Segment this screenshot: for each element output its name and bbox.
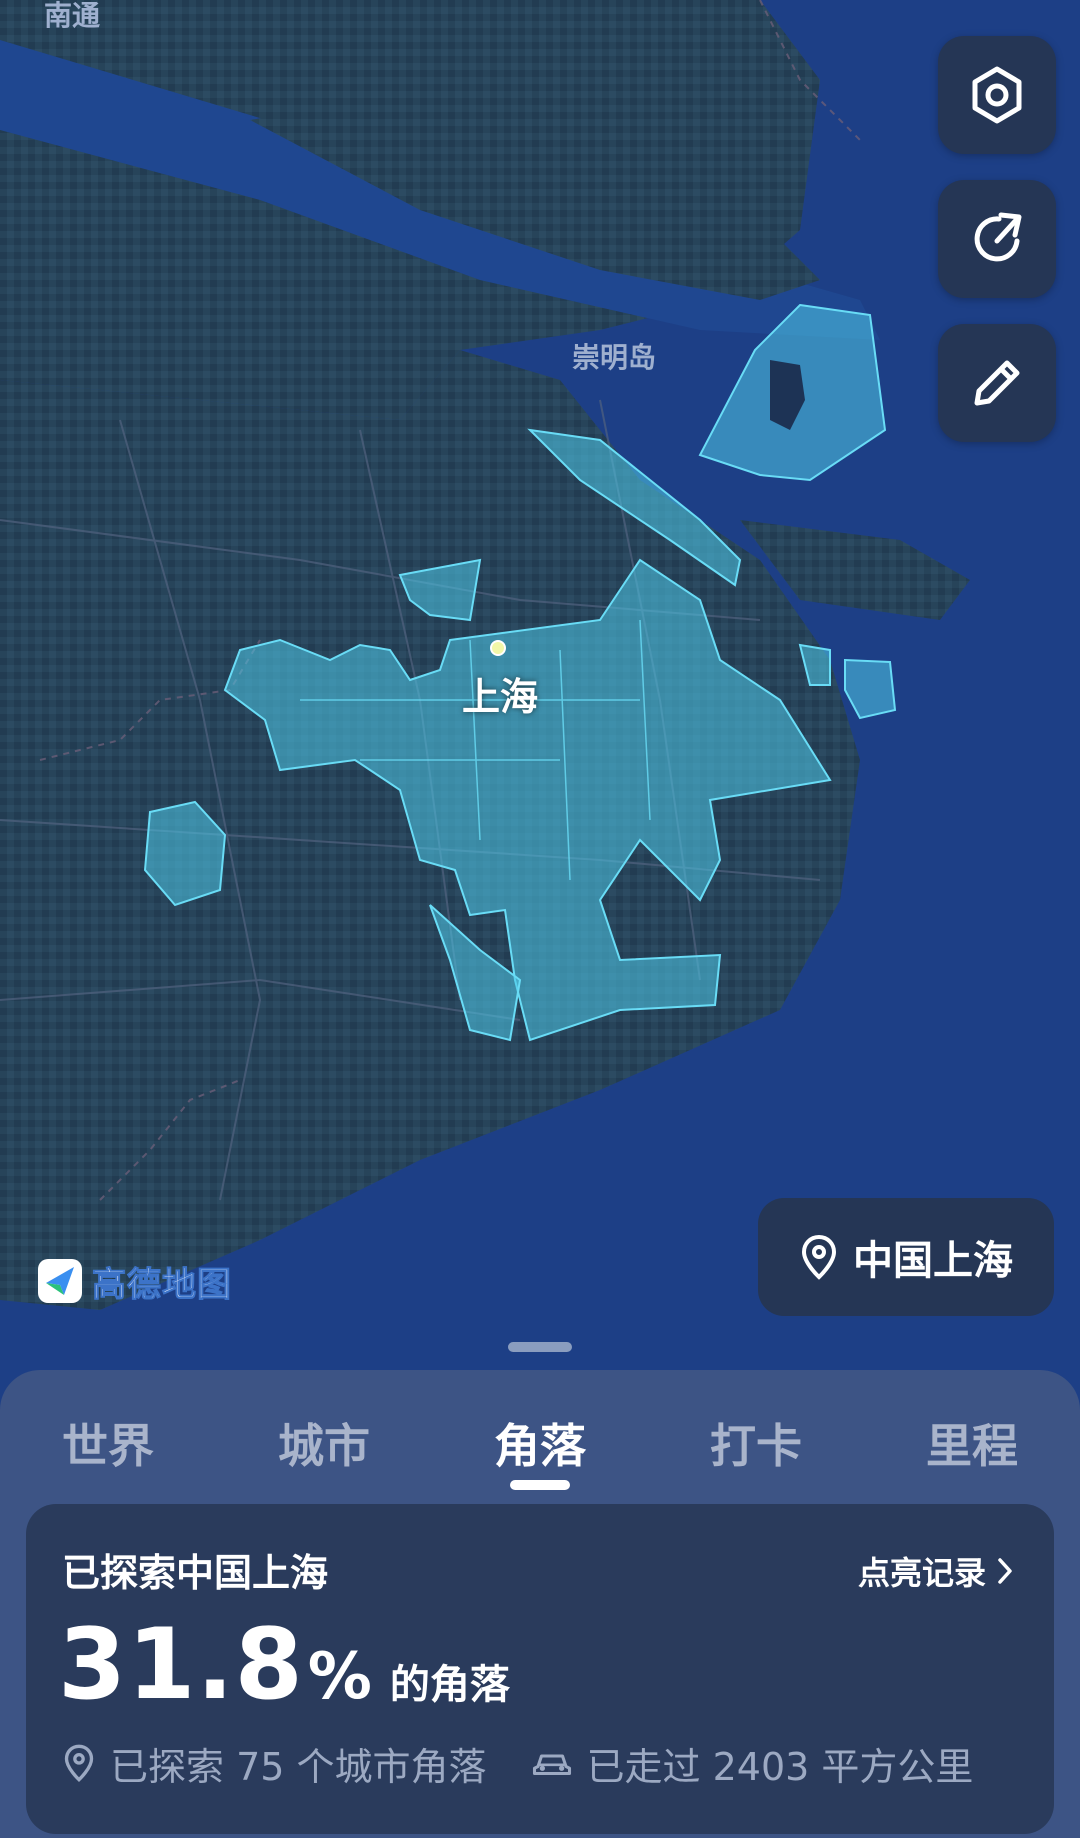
- tab-world[interactable]: 世界: [62, 1410, 154, 1476]
- map-label-chongming: 崇明岛: [572, 341, 657, 374]
- amap-logo-icon: [38, 1259, 82, 1303]
- map-provider-logo: 高德地图: [36, 1256, 232, 1306]
- percent-value: 31.8: [58, 1608, 304, 1722]
- stat-corners-text: 已探索 75 个城市角落: [110, 1744, 487, 1789]
- tab-city[interactable]: 城市: [278, 1410, 370, 1476]
- explored-percent: 31.8 % 的角落: [58, 1608, 510, 1722]
- tab-mileage[interactable]: 里程: [926, 1410, 1018, 1476]
- edit-button[interactable]: [938, 324, 1056, 442]
- stats-row: 已探索 75 个城市角落 已走过 2403 平方公里: [62, 1736, 1022, 1791]
- stat-area-text: 已走过 2403 平方公里: [586, 1744, 974, 1789]
- sheet-drag-handle[interactable]: [508, 1342, 572, 1352]
- location-pin-icon: [801, 1234, 837, 1280]
- map-label-shanghai: 上海: [462, 675, 539, 719]
- active-tab-indicator: [510, 1480, 570, 1490]
- light-records-link[interactable]: 点亮记录: [858, 1548, 1016, 1594]
- location-label: 中国上海: [853, 1238, 1013, 1284]
- map-provider-name: 高德地图: [92, 1264, 232, 1305]
- stat-area: 已走过 2403 平方公里: [531, 1736, 974, 1791]
- edit-pencil-icon: [974, 360, 1020, 406]
- tab-bar: 世界 城市 角落 打卡 里程: [0, 1410, 1080, 1480]
- location-selector[interactable]: 中国上海: [758, 1198, 1054, 1316]
- stat-corners: 已探索 75 个城市角落: [62, 1736, 487, 1791]
- map-label-nantong: 南通: [44, 0, 101, 32]
- percent-suffix: 的角落: [389, 1662, 510, 1708]
- card-title: 已探索中国上海: [62, 1551, 329, 1595]
- tab-checkin[interactable]: 打卡: [710, 1410, 802, 1476]
- car-icon: [532, 1754, 571, 1776]
- map-view[interactable]: 南通 崇明岛 上海: [0, 0, 1080, 1400]
- settings-hexagon-icon: [972, 66, 1022, 124]
- light-records-label: 点亮记录: [857, 1554, 986, 1592]
- tab-corner[interactable]: 角落: [494, 1410, 586, 1476]
- share-icon: [974, 212, 1022, 262]
- location-pin-icon: [64, 1744, 94, 1782]
- map-canvas: [0, 0, 1080, 1400]
- chevron-right-icon: [998, 1558, 1012, 1584]
- percent-sign: %: [307, 1640, 372, 1714]
- settings-button[interactable]: [938, 36, 1056, 154]
- share-button[interactable]: [938, 180, 1056, 298]
